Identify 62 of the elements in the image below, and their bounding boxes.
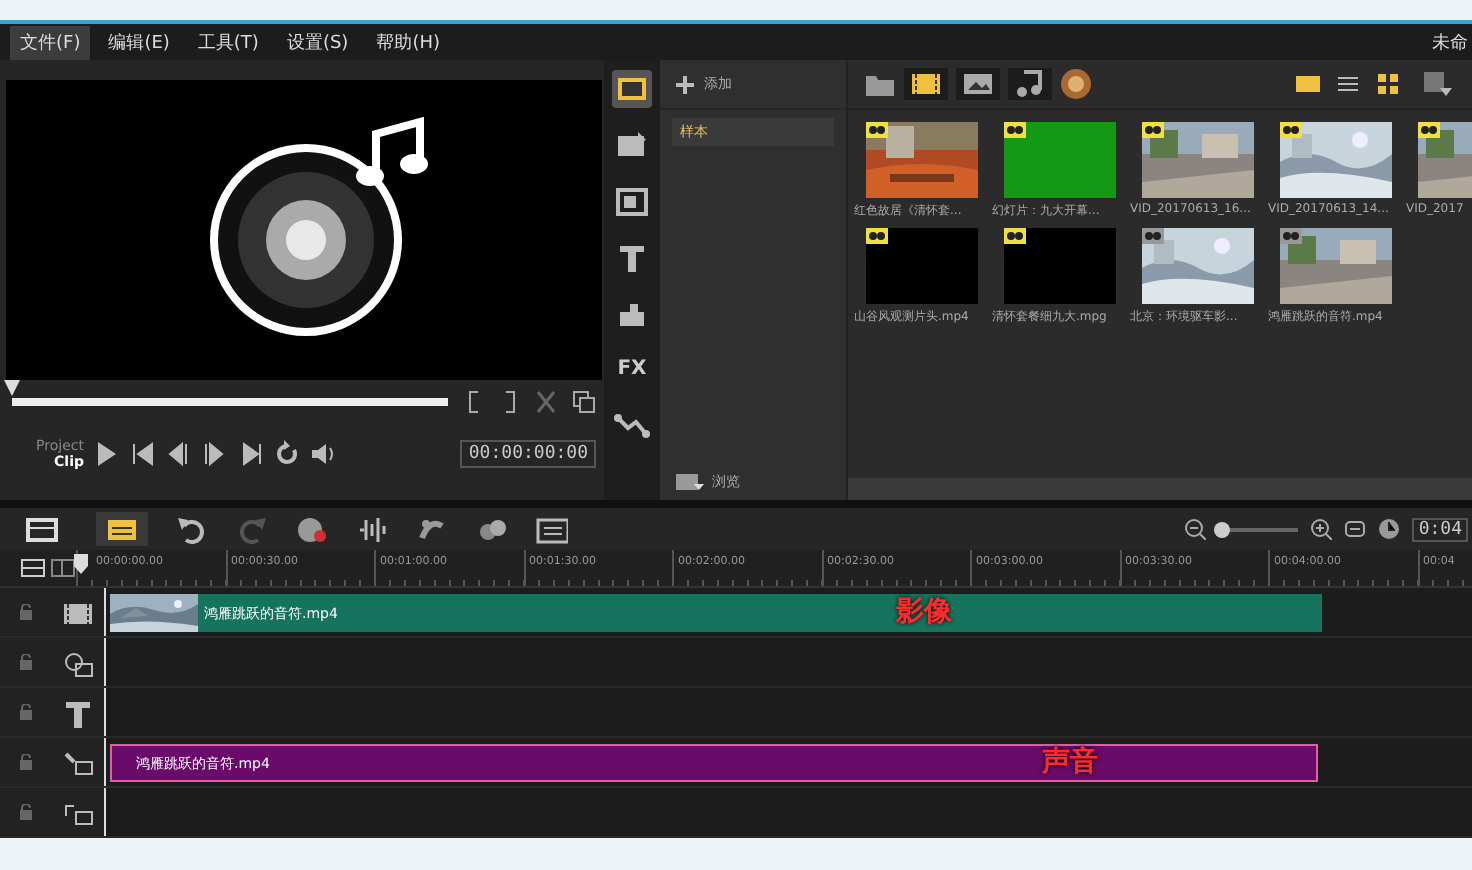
play-icon[interactable] bbox=[94, 440, 120, 468]
end-icon[interactable] bbox=[238, 440, 264, 468]
undo-icon[interactable] bbox=[176, 513, 208, 545]
path-icon bbox=[614, 408, 650, 442]
thumbnail-view-icon[interactable] bbox=[1292, 70, 1324, 98]
clock-icon[interactable] bbox=[1378, 518, 1401, 540]
repeat-icon[interactable] bbox=[274, 440, 300, 468]
thumbnail bbox=[1003, 122, 1115, 198]
next-frame-icon[interactable] bbox=[202, 440, 228, 468]
timeline-view-button[interactable] bbox=[96, 512, 148, 546]
annotation-label: 影像 bbox=[896, 594, 952, 630]
thumbnail bbox=[865, 228, 977, 304]
zoom-out-icon[interactable] bbox=[1184, 518, 1207, 540]
zoom-slider-thumb[interactable] bbox=[1214, 521, 1231, 537]
video-filter-button[interactable] bbox=[904, 68, 948, 100]
lock-icon[interactable] bbox=[18, 604, 34, 620]
globe-icon[interactable] bbox=[1060, 68, 1092, 100]
scrubber-handle[interactable] bbox=[4, 380, 20, 396]
menu-item[interactable]: 工具(T) bbox=[187, 25, 269, 59]
track-manager-icon[interactable] bbox=[20, 558, 46, 578]
mark-out-icon[interactable] bbox=[500, 390, 520, 414]
cut-icon[interactable] bbox=[536, 390, 556, 414]
menu-item[interactable]: 文件(F) bbox=[10, 25, 91, 59]
folder-icon bbox=[676, 472, 704, 492]
thumbnail bbox=[1003, 228, 1115, 304]
volume-icon[interactable] bbox=[310, 440, 336, 468]
window-title: 未命 bbox=[1432, 31, 1470, 55]
duration-field[interactable]: 0:04 bbox=[1412, 517, 1468, 541]
fit-icon[interactable] bbox=[1344, 518, 1367, 540]
library-tab[interactable] bbox=[612, 70, 652, 108]
title-icon bbox=[614, 240, 650, 274]
fx-tab[interactable]: FX bbox=[612, 350, 652, 388]
grid-view-icon[interactable] bbox=[1372, 70, 1404, 98]
subtitle-icon[interactable] bbox=[536, 513, 568, 545]
zoom-in-icon[interactable] bbox=[1310, 518, 1333, 540]
plus-icon bbox=[676, 75, 694, 93]
photo-filter-button[interactable] bbox=[956, 68, 1000, 100]
menu-item[interactable]: 编辑(E) bbox=[98, 25, 180, 59]
audio-filter-button[interactable] bbox=[1008, 68, 1052, 100]
playhead-icon[interactable] bbox=[74, 554, 88, 574]
lock-icon[interactable] bbox=[18, 654, 34, 670]
transition-icon bbox=[614, 184, 650, 218]
mark-in-icon[interactable] bbox=[464, 390, 484, 414]
copy-icon[interactable] bbox=[572, 390, 596, 414]
lock-icon[interactable] bbox=[18, 704, 34, 720]
annotation-label: 声音 bbox=[1042, 744, 1098, 780]
record-icon[interactable] bbox=[296, 513, 328, 545]
timecode-field[interactable]: 00:00:00:00 bbox=[460, 440, 596, 468]
mixer-icon[interactable] bbox=[356, 513, 388, 545]
previous-frame-icon[interactable] bbox=[166, 440, 192, 468]
folder-icon[interactable] bbox=[864, 71, 896, 97]
title-icon[interactable] bbox=[60, 696, 96, 728]
lock-icon[interactable] bbox=[18, 804, 34, 820]
start-icon[interactable] bbox=[130, 440, 156, 468]
library-icon bbox=[614, 72, 650, 106]
scroll-bar[interactable] bbox=[848, 478, 1472, 500]
lock-icon[interactable] bbox=[18, 754, 34, 770]
menu-item[interactable]: 设置(S) bbox=[276, 25, 359, 59]
transition-tab[interactable] bbox=[612, 182, 652, 220]
audio-icon bbox=[1012, 66, 1048, 102]
menu-item[interactable]: 帮助(H) bbox=[366, 25, 450, 59]
template-icon bbox=[614, 128, 650, 162]
